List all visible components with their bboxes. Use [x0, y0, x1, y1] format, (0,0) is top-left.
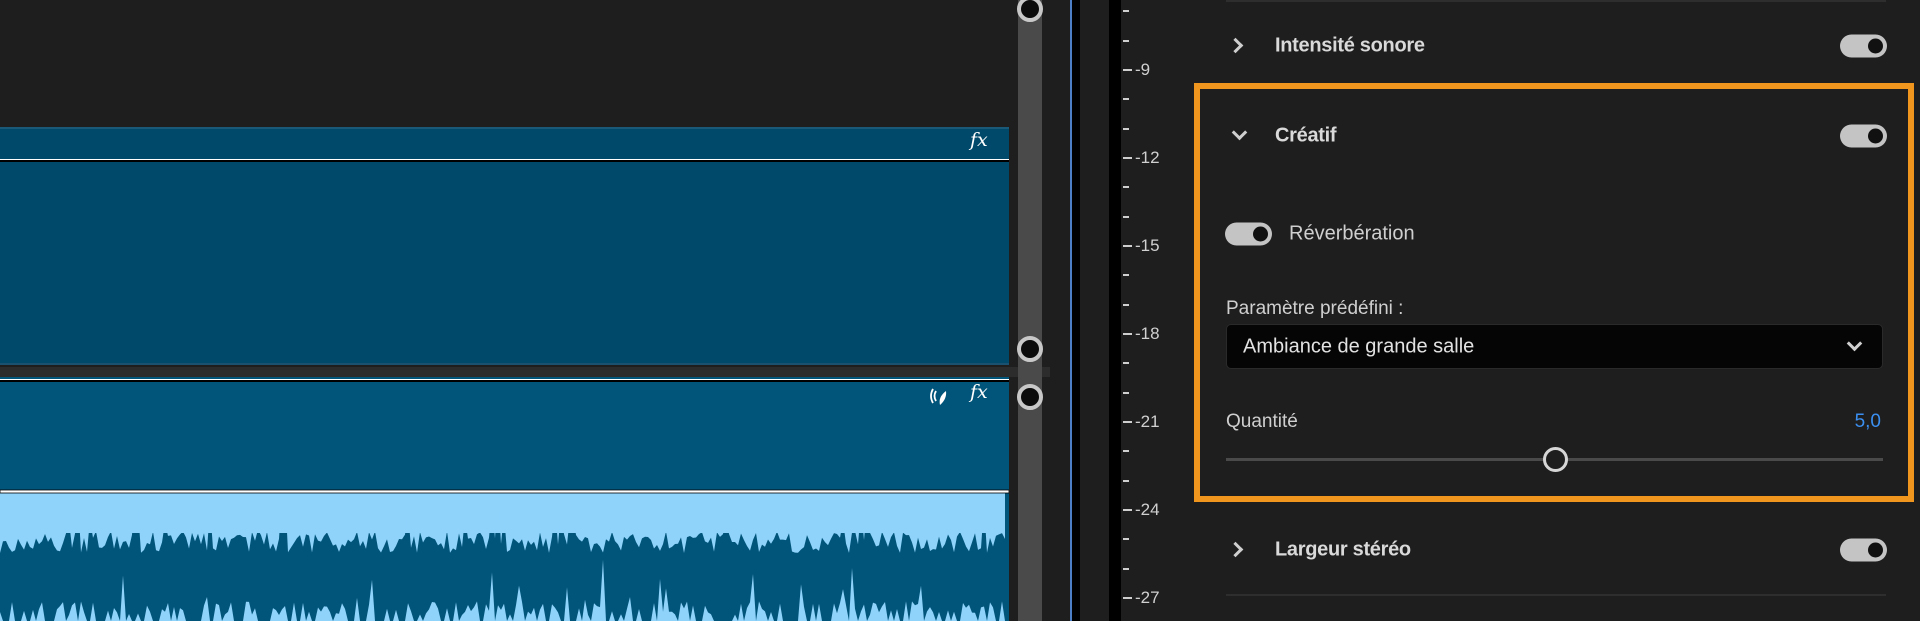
meter-label: -21	[1135, 412, 1160, 431]
scroll-handle-bottom[interactable]	[1017, 336, 1043, 362]
reverb-label: Réverbération	[1289, 222, 1415, 245]
meter-tick	[1123, 245, 1132, 247]
panel-separator	[1072, 0, 1080, 621]
meter-tick	[1123, 509, 1132, 511]
section-creative-label[interactable]: Créatif	[1275, 125, 1337, 148]
meter-label: -9	[1135, 60, 1151, 79]
scroll-handle-top-2[interactable]	[1017, 384, 1043, 410]
meter-tick	[1123, 391, 1129, 394]
preset-label: Paramètre prédéfini :	[1226, 298, 1404, 319]
chevron-down-icon	[1846, 335, 1863, 352]
stereo-width-toggle[interactable]	[1840, 538, 1887, 562]
meter-tick	[1123, 127, 1129, 130]
audio-clip-2[interactable]: fx	[0, 377, 1009, 621]
meter-label: -12	[1135, 148, 1160, 167]
meter-tick	[1123, 157, 1132, 159]
amount-value[interactable]: 5,0	[1855, 411, 1881, 433]
fx-icon[interactable]: fx	[970, 129, 988, 151]
meter-tick	[1123, 567, 1129, 570]
meter-tick	[1123, 98, 1129, 101]
voice-enhance-icon[interactable]	[928, 385, 952, 409]
meter-tick	[1123, 450, 1129, 453]
divider	[1226, 0, 1886, 2]
audio-meter	[1080, 0, 1193, 621]
volume-rubber-band[interactable]	[0, 159, 1009, 162]
meter-label: -15	[1135, 236, 1160, 255]
volume-rubber-band[interactable]	[0, 489, 1009, 494]
meter-tick	[1123, 421, 1132, 423]
clip-top-line	[0, 379, 1009, 382]
audio-clip-1[interactable]: fx	[0, 127, 1009, 365]
meter-tick	[1123, 597, 1132, 599]
section-stereo-width-label[interactable]: Largeur stéréo	[1275, 539, 1411, 562]
amount-slider-thumb[interactable]	[1542, 447, 1568, 472]
preset-value: Ambiance de grande salle	[1243, 335, 1475, 357]
meter-tick	[1123, 479, 1129, 482]
meter-tick	[1123, 362, 1129, 365]
meter-bar	[1109, 0, 1121, 621]
waveform	[0, 489, 1009, 621]
creative-toggle[interactable]	[1840, 124, 1887, 148]
vertical-scrollbar[interactable]	[1018, 0, 1042, 621]
meter-tick	[1123, 215, 1129, 218]
divider	[1226, 594, 1886, 596]
waveform-channel-2	[0, 559, 1005, 621]
meter-tick	[1123, 186, 1129, 189]
meter-tick	[1123, 69, 1132, 71]
meter-tick	[1123, 10, 1129, 13]
meter-label: -18	[1135, 324, 1160, 343]
meter-label: -24	[1135, 500, 1160, 519]
section-loudness-label[interactable]: Intensité sonore	[1275, 35, 1425, 58]
preset-dropdown[interactable]: Ambiance de grande salle	[1226, 324, 1883, 369]
meter-tick	[1123, 39, 1129, 42]
meter-tick	[1123, 274, 1129, 277]
amount-label: Quantité	[1226, 411, 1298, 432]
loudness-toggle[interactable]	[1840, 34, 1887, 58]
waveform-band	[0, 493, 1005, 533]
reverb-toggle[interactable]	[1225, 222, 1272, 246]
timeline: fx fx	[0, 0, 1071, 621]
track-divider	[0, 367, 1050, 377]
meter-tick	[1123, 538, 1129, 541]
meter-tick	[1123, 333, 1132, 335]
meter-label: -27	[1135, 588, 1160, 607]
fx-icon[interactable]: fx	[970, 381, 988, 403]
meter-tick	[1123, 303, 1129, 306]
